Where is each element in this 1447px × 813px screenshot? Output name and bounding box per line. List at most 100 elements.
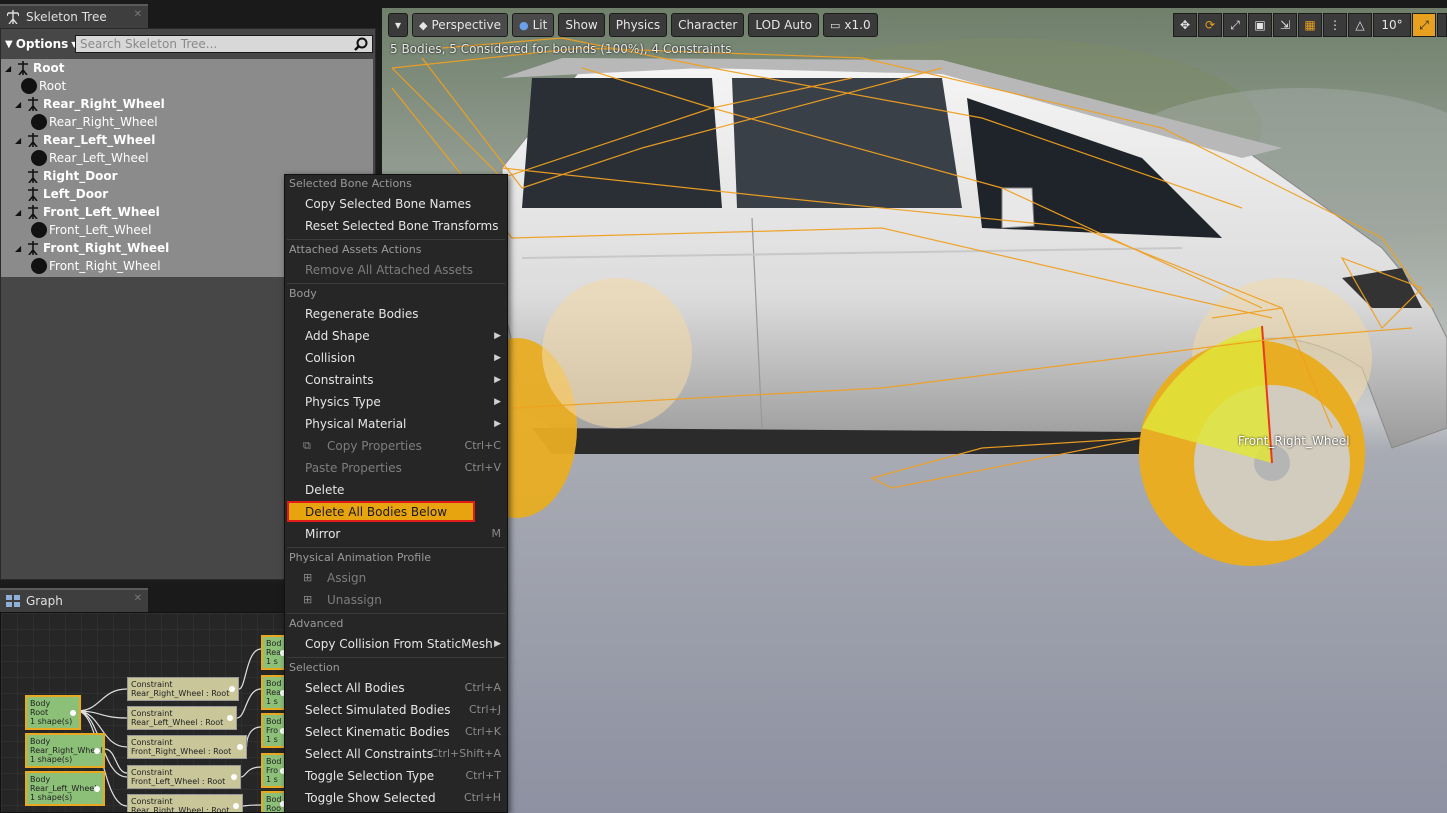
- body-row[interactable]: Front_Left_Wheel: [31, 221, 152, 239]
- menu-item-unassign[interactable]: ⊞ Unassign: [287, 589, 505, 610]
- menu-item-select-all-bodies[interactable]: Select All Bodies Ctrl+A: [287, 677, 505, 698]
- pin-icon[interactable]: [233, 803, 239, 809]
- overflow-button[interactable]: [1437, 13, 1447, 37]
- body-icon: [31, 150, 47, 166]
- tab-graph[interactable]: Graph ✕: [0, 588, 148, 612]
- show-button[interactable]: Show: [558, 13, 605, 37]
- bone-row[interactable]: ◢ Rear_Left_Wheel: [15, 131, 155, 149]
- menu-item-label: Constraints: [305, 372, 374, 387]
- body-row[interactable]: Root: [21, 77, 66, 95]
- menu-item-copy-selected-bone-names[interactable]: Copy Selected Bone Names: [287, 193, 505, 214]
- pin-icon[interactable]: [229, 686, 235, 692]
- viewport-options-button[interactable]: ▾: [388, 13, 409, 37]
- graph-body-node[interactable]: Body Rear_Right_Wheel 1 shape(s): [25, 733, 105, 768]
- translate-icon[interactable]: ✥: [1173, 13, 1197, 37]
- graph-constraint-node[interactable]: Constraint Front_Right_Wheel : Root: [127, 735, 247, 759]
- menu-item-copy-properties[interactable]: ⧉ Copy Properties Ctrl+C: [287, 435, 505, 456]
- menu-item-physics-type[interactable]: Physics Type ▶: [287, 391, 505, 412]
- body-row[interactable]: Rear_Left_Wheel: [31, 149, 149, 167]
- tab-skeleton-tree[interactable]: Skeleton Tree ✕: [0, 4, 148, 28]
- scale-icon[interactable]: ⤢: [1223, 13, 1247, 37]
- node-text: 1 s: [266, 735, 278, 744]
- menu-item-reset-selected-bone-transforms[interactable]: Reset Selected Bone Transforms: [287, 215, 505, 236]
- close-icon[interactable]: ✕: [134, 9, 142, 20]
- menu-item-constraints[interactable]: Constraints ▶: [287, 369, 505, 390]
- viewport-right-tools: ✥ ⟳ ⤢ ▣ ⇲ ▦ ⋮ △ 10° ⤢: [1173, 12, 1447, 38]
- lod-button[interactable]: LOD Auto: [748, 13, 819, 37]
- character-button[interactable]: Character: [671, 13, 745, 37]
- menu-item-mirror[interactable]: Mirror M: [287, 523, 505, 544]
- shortcut-label: Ctrl+A: [464, 681, 501, 694]
- pin-icon[interactable]: [237, 744, 243, 750]
- pin-icon[interactable]: [94, 747, 100, 754]
- expand-arrow-icon[interactable]: ◢: [15, 244, 23, 253]
- node-text: Constraint: [131, 768, 173, 777]
- menu-item-regenerate-bodies[interactable]: Regenerate Bodies: [287, 303, 505, 324]
- menu-item-remove-all-attached-assets[interactable]: Remove All Attached Assets: [287, 259, 505, 280]
- options-button[interactable]: ▼ Options ▼: [1, 37, 77, 51]
- angle-snap-button[interactable]: 10°: [1373, 13, 1411, 37]
- menu-item-select-simulated-bodies[interactable]: Select Simulated Bodies Ctrl+J: [287, 699, 505, 720]
- expand-arrow-icon[interactable]: ◢: [15, 136, 23, 145]
- bone-row[interactable]: ◢ Front_Left_Wheel: [15, 203, 160, 221]
- menu-item-assign[interactable]: ⊞ Assign: [287, 567, 505, 588]
- node-text: Constraint: [131, 680, 173, 689]
- menu-item-label: Select All Bodies: [305, 680, 405, 695]
- shortcut-label: M: [491, 527, 502, 540]
- bone-row[interactable]: ◢ Root: [5, 59, 64, 77]
- viewport[interactable]: ▾ ◆ Perspective ● Lit Show Physics Charact…: [382, 8, 1447, 813]
- expand-arrow-icon[interactable]: ◢: [15, 100, 23, 109]
- skeleton-tree-toolbar: ▼ Options ▼ Search Skeleton Tree...: [1, 33, 377, 55]
- close-icon[interactable]: ✕: [134, 593, 142, 604]
- graph-body-node[interactable]: Body Rear_Left_Wheel 1 shape(s): [25, 771, 105, 806]
- graph-constraint-node[interactable]: Constraint Rear_Right_Wheel : Root: [127, 794, 243, 812]
- body-row[interactable]: Rear_Right_Wheel: [31, 113, 158, 131]
- expand-arrow-icon[interactable]: ◢: [15, 208, 23, 217]
- graph-constraint-node[interactable]: Constraint Front_Left_Wheel : Root: [127, 765, 241, 789]
- maximize-icon[interactable]: ⤢: [1412, 13, 1436, 37]
- surface-snap-icon[interactable]: ⇲: [1273, 13, 1297, 37]
- menu-item-copy-collision-from-staticmesh[interactable]: Copy Collision From StaticMesh ▶: [287, 633, 505, 654]
- rotate-icon[interactable]: ⟳: [1198, 13, 1222, 37]
- search-input[interactable]: Search Skeleton Tree...: [75, 35, 373, 53]
- menu-item-select-all-constraints[interactable]: Select All Constraints Ctrl+Shift+A: [287, 743, 505, 764]
- speed-button[interactable]: ▭ x1.0: [823, 13, 878, 37]
- menu-item-physical-material[interactable]: Physical Material ▶: [287, 413, 505, 434]
- lit-button[interactable]: ● Lit: [512, 13, 555, 37]
- submenu-arrow-icon: ▶: [494, 352, 501, 363]
- graph-constraint-node[interactable]: Constraint Rear_Left_Wheel : Root: [127, 706, 237, 730]
- grid-icon[interactable]: ▦: [1298, 13, 1322, 37]
- row-label: Rear_Left_Wheel: [43, 133, 156, 147]
- search-icon[interactable]: [354, 37, 368, 51]
- bone-row[interactable]: ◢ Rear_Right_Wheel: [15, 95, 165, 113]
- menu-item-collision[interactable]: Collision ▶: [287, 347, 505, 368]
- physics-button[interactable]: Physics: [608, 13, 668, 37]
- pin-icon[interactable]: [231, 774, 237, 780]
- node-text: Front_Right_Wheel : Root: [131, 747, 232, 756]
- bone-row[interactable]: Right_Door: [15, 167, 118, 185]
- menu-item-delete[interactable]: Delete: [287, 479, 505, 500]
- expand-arrow-icon[interactable]: ◢: [5, 64, 13, 73]
- node-text: Bod: [266, 757, 282, 766]
- node-text: Rear_Left_Wheel: [30, 784, 97, 793]
- menu-item-select-kinematic-bodies[interactable]: Select Kinematic Bodies Ctrl+K: [287, 721, 505, 742]
- graph-constraint-node[interactable]: Constraint Rear_Right_Wheel : Root: [127, 677, 239, 701]
- world-local-icon[interactable]: ▣: [1248, 13, 1272, 37]
- menu-item-toggle-selection-type[interactable]: Toggle Selection Type Ctrl+T: [287, 765, 505, 786]
- menu-item-add-shape[interactable]: Add Shape ▶: [287, 325, 505, 346]
- pin-icon[interactable]: [94, 785, 100, 792]
- grid-size-button[interactable]: ⋮: [1323, 13, 1347, 37]
- viewport-stats: 5 Bodies, 5 Considered for bounds (100%)…: [390, 42, 732, 56]
- menu-item-paste-properties[interactable]: Paste Properties Ctrl+V: [287, 457, 505, 478]
- pin-icon[interactable]: [70, 709, 76, 716]
- perspective-button[interactable]: ◆ Perspective: [412, 13, 508, 37]
- body-row[interactable]: Front_Right_Wheel: [31, 257, 161, 275]
- graph-body-node[interactable]: Body Root 1 shape(s): [25, 695, 81, 730]
- bone-row[interactable]: Left_Door: [15, 185, 108, 203]
- pin-icon[interactable]: [227, 715, 233, 721]
- menu-item-label: Copy Collision From StaticMesh: [305, 636, 493, 651]
- menu-item-delete-all-bodies-below[interactable]: Delete All Bodies Below: [287, 501, 475, 522]
- bone-row[interactable]: ◢ Front_Right_Wheel: [15, 239, 169, 257]
- menu-item-toggle-show-selected[interactable]: Toggle Show Selected Ctrl+H: [287, 787, 505, 808]
- angle-icon[interactable]: △: [1348, 13, 1372, 37]
